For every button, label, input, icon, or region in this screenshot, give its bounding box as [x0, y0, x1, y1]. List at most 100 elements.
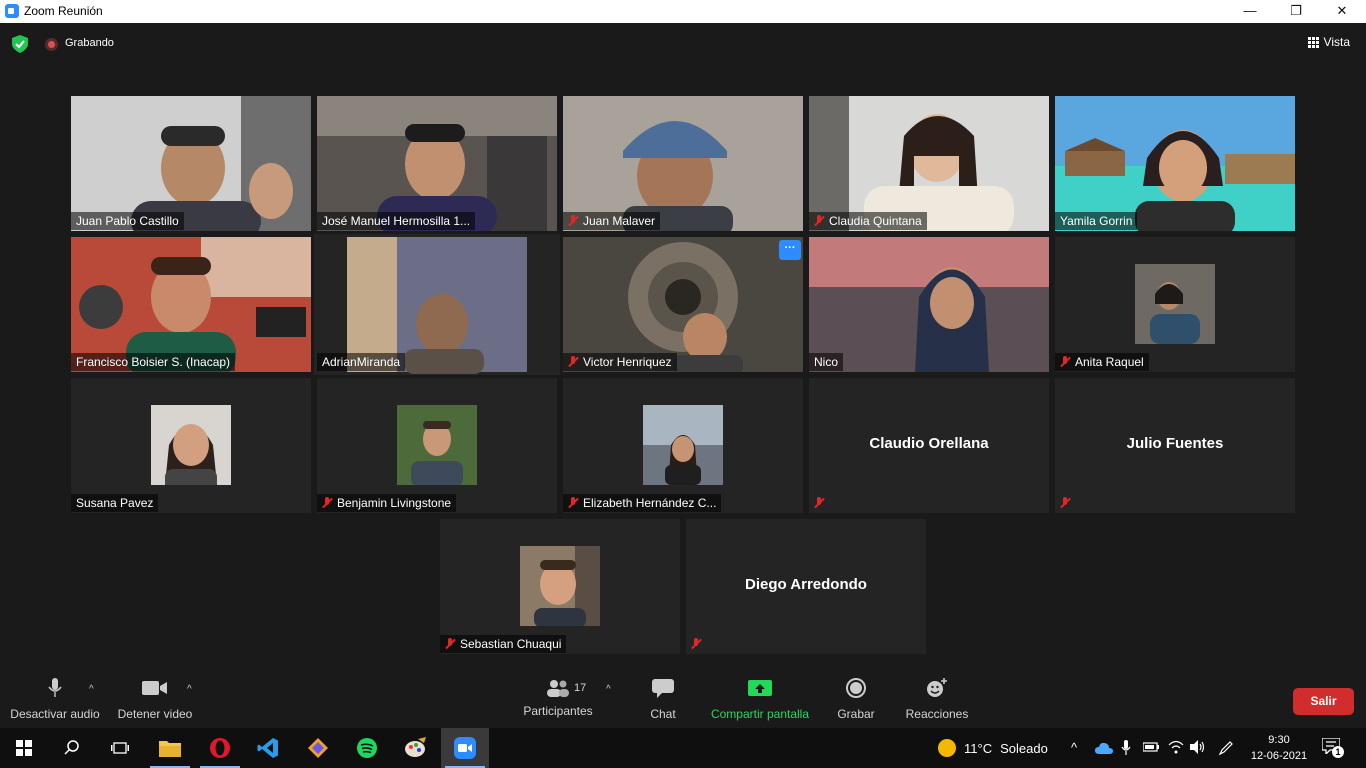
more-options-button[interactable]: ···	[779, 240, 801, 260]
participant-video	[809, 96, 1049, 231]
mic-muted-icon	[445, 638, 455, 650]
taskbar-vscode[interactable]	[244, 728, 292, 768]
microphone-tray-icon[interactable]	[1121, 740, 1131, 756]
vscode-icon	[257, 738, 278, 758]
mic-muted-icon	[1060, 356, 1070, 368]
video-options-caret-icon[interactable]: ^	[187, 684, 197, 695]
meeting-toolbar: Desactivar audio ^ Detener video ^ 17 Pa…	[0, 670, 1366, 728]
participant-tile[interactable]: Yamila Gorrin	[1055, 96, 1295, 231]
mic-muted-icon	[691, 638, 701, 650]
zoom-app-icon	[5, 4, 19, 18]
windows-taskbar: 11°C Soleado ^ 9:30 12-06-2021 1	[0, 728, 1366, 768]
notifications-button[interactable]: 1	[1321, 737, 1344, 758]
participant-name: Elizabeth Hernández C...	[583, 496, 717, 510]
participant-avatar	[520, 546, 600, 626]
search-icon	[64, 740, 79, 755]
leave-meeting-button[interactable]: Salir	[1293, 688, 1354, 715]
clock-time: 9:30	[1268, 734, 1290, 746]
mic-muted-icon	[568, 497, 578, 509]
chat-button[interactable]: Chat	[642, 678, 684, 721]
close-button[interactable]: ✕	[1319, 0, 1365, 23]
pen-tray-icon[interactable]	[1218, 740, 1234, 756]
windows-start-button[interactable]	[0, 728, 48, 768]
taskbar-git-app[interactable]	[294, 728, 342, 768]
participant-tile[interactable]: Francisco Boisier S. (Inacap)	[71, 237, 311, 372]
participant-tile-active-speaker[interactable]: AdrianMiranda	[314, 234, 560, 375]
taskbar-search-button[interactable]	[48, 728, 96, 768]
sun-icon	[938, 739, 956, 757]
participant-tile[interactable]: Anita Raquel	[1055, 237, 1295, 372]
participants-label: Participantes	[523, 704, 593, 718]
task-view-button[interactable]	[96, 728, 144, 768]
taskbar-file-explorer[interactable]	[146, 728, 194, 768]
participant-tile[interactable]: Julio Fuentes	[1055, 378, 1295, 513]
participant-tile[interactable]: Elizabeth Hernández C...	[563, 378, 803, 513]
mic-muted-icon	[568, 215, 578, 227]
participant-tile[interactable]: Juan Pablo Castillo	[71, 96, 311, 231]
meeting-topbar: Grabando Vista	[0, 23, 1366, 65]
participant-tile[interactable]: Sebastian Chuaqui	[440, 519, 680, 654]
participant-tile[interactable]: Claudia Quintana	[809, 96, 1049, 231]
task-view-icon	[111, 742, 129, 754]
volume-icon[interactable]	[1190, 740, 1206, 754]
participant-name: José Manuel Hermosilla 1...	[322, 214, 471, 228]
minimize-button[interactable]: —	[1227, 0, 1273, 23]
participants-count: 17	[574, 682, 587, 694]
taskbar-zoom[interactable]	[441, 728, 489, 768]
participant-name: Susana Pavez	[76, 496, 154, 510]
participant-tile[interactable]: José Manuel Hermosilla 1...	[317, 96, 557, 231]
temperature: 11°C	[964, 740, 993, 756]
notification-count-badge: 1	[1332, 746, 1344, 758]
taskbar-paint-app[interactable]	[392, 728, 440, 768]
mic-muted-icon	[814, 497, 824, 509]
taskbar-spotify[interactable]	[343, 728, 391, 768]
maximize-button[interactable]: ❐	[1273, 0, 1319, 23]
participant-name-bar	[809, 494, 829, 512]
share-screen-button[interactable]: Compartir pantalla	[706, 678, 814, 721]
mute-audio-button[interactable]: Desactivar audio	[10, 678, 100, 721]
participants-options-caret-icon[interactable]: ^	[606, 684, 616, 695]
participant-name: Juan Pablo Castillo	[76, 214, 179, 228]
encryption-shield-icon[interactable]	[12, 35, 28, 53]
stop-video-button[interactable]: Detener video	[116, 678, 194, 721]
opera-icon	[210, 738, 230, 758]
reactions-label: Reacciones	[905, 707, 969, 721]
participant-tile[interactable]: Benjamin Livingstone	[317, 378, 557, 513]
mute-audio-label: Desactivar audio	[10, 707, 100, 721]
mic-muted-icon	[1060, 497, 1070, 509]
participant-name-bar: Victor Henriquez	[563, 353, 677, 371]
window-title: Zoom Reunión	[24, 4, 103, 18]
participant-tile[interactable]: Juan Malaver	[563, 96, 803, 231]
participant-name-bar: Juan Pablo Castillo	[71, 212, 184, 230]
record-button[interactable]: Grabar	[834, 678, 878, 721]
audio-options-caret-icon[interactable]: ^	[89, 684, 99, 695]
participant-name: Nico	[814, 355, 839, 369]
record-icon	[846, 678, 866, 698]
video-camera-icon	[142, 681, 167, 695]
mic-muted-icon	[814, 215, 824, 227]
battery-icon[interactable]	[1143, 740, 1159, 754]
participant-name-bar: Benjamin Livingstone	[317, 494, 457, 512]
participant-name: Juan Malaver	[583, 214, 656, 228]
participant-center-name: Diego Arredondo	[745, 576, 867, 593]
share-screen-icon	[748, 680, 772, 696]
participant-avatar	[1135, 264, 1215, 344]
participants-button[interactable]: 17 Participantes	[520, 678, 596, 718]
taskbar-clock[interactable]: 9:30 12-06-2021	[1247, 732, 1311, 764]
participant-tile[interactable]: Claudio Orellana	[809, 378, 1049, 513]
participant-name: Francisco Boisier S. (Inacap)	[76, 355, 231, 369]
share-screen-label: Compartir pantalla	[710, 707, 810, 721]
view-button[interactable]: Vista	[1307, 35, 1350, 49]
participant-tile[interactable]: Susana Pavez	[71, 378, 311, 513]
onedrive-cloud-icon[interactable]	[1095, 742, 1113, 754]
participant-tile[interactable]: Nico	[809, 237, 1049, 372]
participant-tile[interactable]: ··· Victor Henriquez	[563, 237, 803, 372]
stop-video-label: Detener video	[117, 707, 193, 721]
weather-widget[interactable]: 11°C Soleado	[938, 728, 1048, 768]
participant-avatar	[397, 405, 477, 485]
reactions-button[interactable]: Reacciones	[903, 678, 971, 721]
wifi-icon[interactable]	[1168, 740, 1184, 754]
taskbar-opera[interactable]	[196, 728, 244, 768]
participant-tile[interactable]: Diego Arredondo	[686, 519, 926, 654]
tray-overflow-icon[interactable]: ^	[1071, 740, 1077, 755]
